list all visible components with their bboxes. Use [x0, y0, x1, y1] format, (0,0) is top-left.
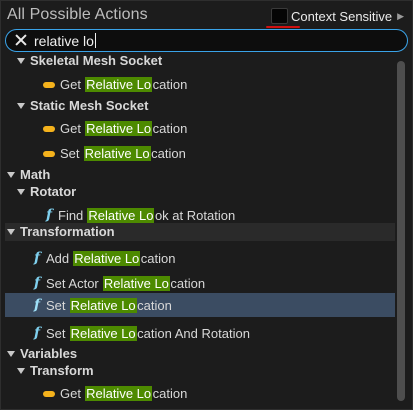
action-label-suffix: cation	[137, 297, 172, 313]
variable-pill-icon	[43, 150, 55, 157]
context-sensitive-toggle[interactable]: Context Sensitive ▶	[271, 6, 404, 26]
search-match-highlight: Relative Lo	[85, 386, 153, 401]
search-match-highlight: Relative Lo	[83, 146, 151, 161]
variable-pill-icon	[43, 125, 55, 132]
text-caret	[94, 33, 96, 48]
action-label-suffix: cation	[152, 121, 188, 136]
function-icon: f	[45, 207, 53, 223]
function-icon: f	[33, 250, 41, 266]
search-match-highlight: Relative Lo	[102, 275, 170, 291]
action-label-prefix: Get	[60, 386, 85, 401]
function-icon: f	[33, 297, 41, 313]
function-icon: f	[33, 275, 41, 291]
search-match-highlight: Relative Lo	[87, 207, 155, 223]
category-label: Transform	[30, 363, 94, 378]
expanded-arrow-icon[interactable]	[17, 367, 25, 374]
category-label: Rotator	[30, 184, 77, 199]
variable-pill-icon	[43, 390, 55, 397]
category-label: Skeletal Mesh Socket	[30, 53, 163, 68]
expand-arrow-icon[interactable]: ▶	[397, 11, 404, 22]
action-label-prefix: Find	[58, 207, 87, 223]
expanded-arrow-icon[interactable]	[17, 188, 25, 195]
action-label-suffix: ok at Rotation	[154, 207, 236, 223]
search-match-highlight: Relative Lo	[69, 297, 137, 313]
search-match-highlight: Relative Lo	[69, 325, 137, 341]
action-label-prefix: Set Actor	[46, 275, 103, 291]
expanded-arrow-icon[interactable]	[7, 228, 15, 235]
category-transform[interactable]: Transform	[5, 359, 395, 383]
search-value: relative lo	[34, 33, 94, 49]
action-menu-panel: All Possible Actions Context Sensitive ▶…	[0, 0, 413, 410]
action-tree: Skeletal Mesh Socket Get Relative Lo cati…	[5, 53, 395, 405]
action-label-suffix: cation And Rotation	[137, 325, 250, 341]
search-input[interactable]: relative lo	[34, 33, 96, 49]
scrollbar-thumb[interactable]	[397, 61, 405, 401]
expanded-arrow-icon[interactable]	[7, 350, 15, 357]
action-label-suffix: cation	[151, 146, 186, 161]
action-label-prefix: Get	[60, 121, 85, 136]
action-label-prefix: Set	[46, 297, 70, 313]
category-skeletal-mesh-socket[interactable]: Skeletal Mesh Socket	[5, 49, 395, 73]
action-set-relative-location-selected[interactable]: f Set Relative Lo cation	[5, 293, 395, 317]
action-set-actor-relative-location[interactable]: f Set Actor Relative Lo cation	[5, 271, 395, 295]
action-label-prefix: Get	[60, 77, 85, 92]
action-label-suffix: cation	[140, 250, 176, 266]
search-match-highlight: Relative Lo	[73, 250, 141, 266]
context-sensitive-underline	[266, 26, 300, 28]
action-get-relative-location[interactable]: Get Relative Lo cation	[5, 117, 395, 141]
search-match-highlight: Relative Lo	[85, 77, 153, 92]
category-rotator[interactable]: Rotator	[5, 180, 395, 204]
expanded-arrow-icon[interactable]	[17, 57, 25, 64]
action-label-prefix: Set	[60, 146, 84, 161]
expanded-arrow-icon[interactable]	[7, 171, 15, 178]
context-sensitive-label[interactable]: Context Sensitive	[291, 9, 392, 24]
action-label-suffix: cation	[170, 275, 206, 291]
action-get-relative-location[interactable]: Get Relative Lo cation	[5, 382, 395, 406]
action-label-prefix: Set	[46, 325, 70, 341]
context-sensitive-checkbox[interactable]	[271, 8, 288, 24]
action-label-suffix: cation	[152, 386, 188, 401]
action-add-relative-location[interactable]: f Add Relative Lo cation	[5, 246, 395, 270]
category-transformation[interactable]: Transformation	[5, 223, 395, 241]
variable-pill-icon	[43, 81, 55, 88]
expanded-arrow-icon[interactable]	[17, 102, 25, 109]
category-static-mesh-socket[interactable]: Static Mesh Socket	[5, 94, 395, 118]
action-label-suffix: cation	[152, 77, 188, 92]
clear-search-icon[interactable]	[14, 33, 28, 47]
category-label: Transformation	[20, 224, 115, 239]
panel-title: All Possible Actions	[7, 6, 148, 23]
panel-header: All Possible Actions Context Sensitive ▶	[1, 1, 413, 29]
search-match-highlight: Relative Lo	[85, 121, 153, 136]
function-icon: f	[33, 325, 41, 341]
action-label-prefix: Add	[46, 250, 73, 266]
category-label: Static Mesh Socket	[30, 98, 149, 113]
